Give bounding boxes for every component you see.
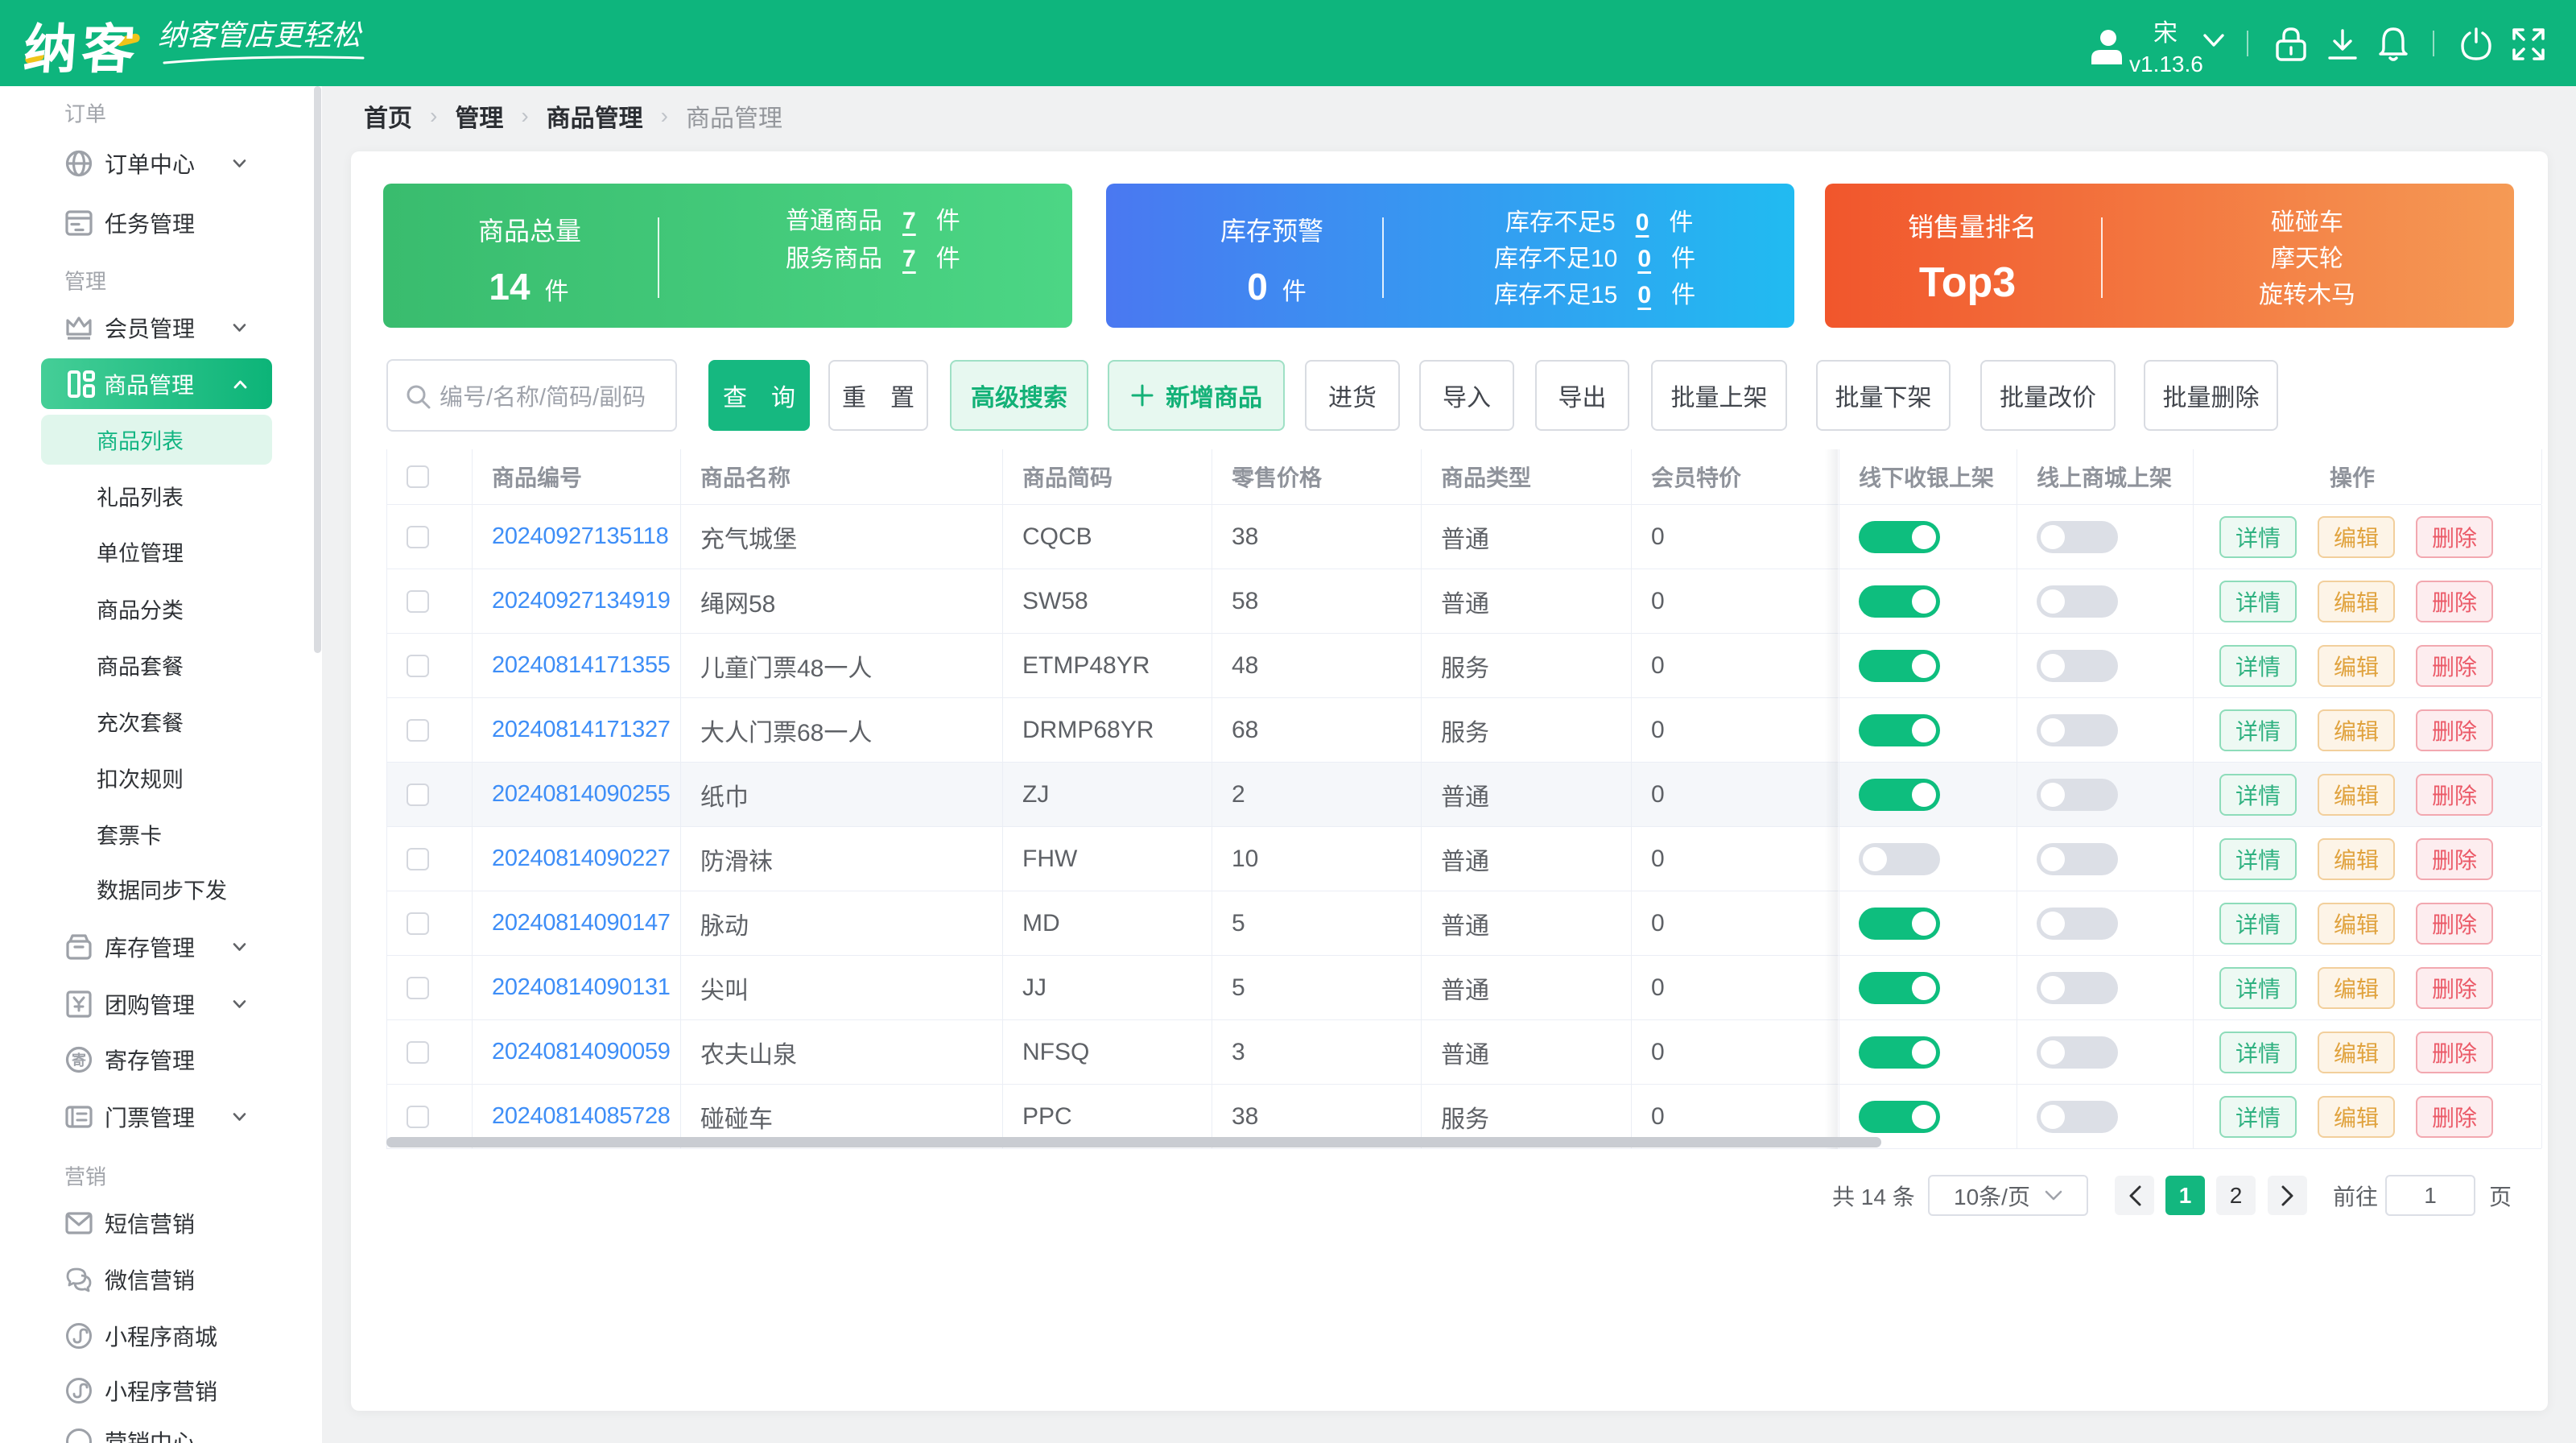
svg-text:纳客管店更轻松: 纳客管店更轻松 — [158, 19, 363, 52]
svg-text:寄: 寄 — [72, 1052, 86, 1069]
